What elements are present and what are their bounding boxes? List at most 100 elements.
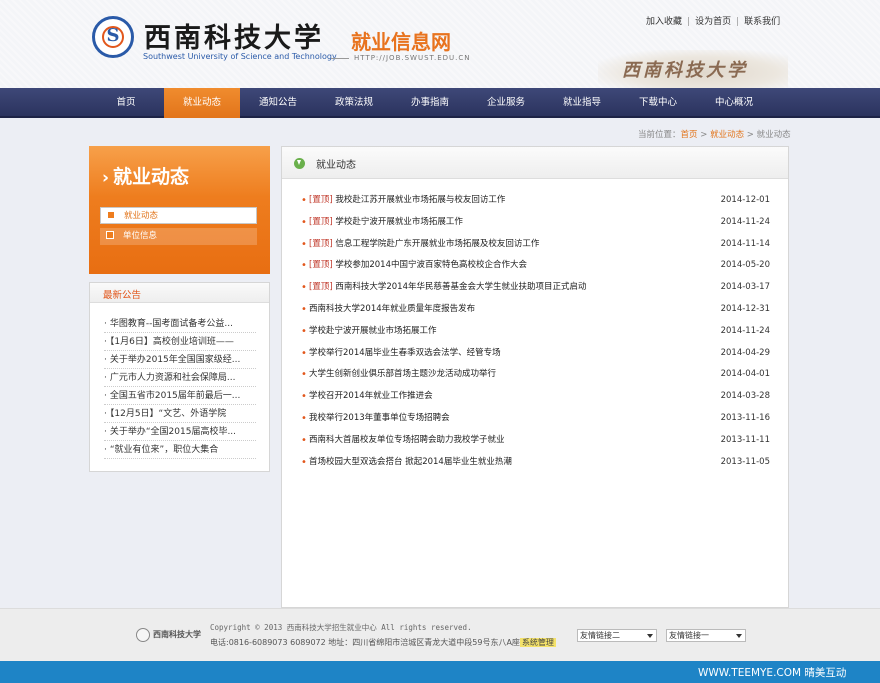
news-row-date: 2013-11-05 (720, 456, 770, 467)
breadcrumb-separator: > (697, 130, 711, 140)
nav-item-home[interactable]: 首页 (88, 88, 164, 118)
university-logo[interactable]: S (92, 16, 134, 58)
university-name-cn: 西南科技大学 (144, 23, 324, 54)
news-row-date: 2014-03-28 (720, 391, 770, 402)
news-row[interactable]: • [置顶] 学校赴宁波开展就业市场拓展工作 2014-11-24 (301, 212, 773, 233)
copyright-text: Copyright © 2013 西南科技大学招生就业中心 All rights… (210, 623, 472, 632)
announcement-item[interactable]: 广元市人力资源和社会保障局... (104, 370, 256, 387)
university-name-en: Southwest University of Science and Tech… (143, 52, 337, 61)
news-row-title[interactable]: [置顶] 学校参加2014中国宁波百家特色高校校企合作大会 (309, 255, 527, 276)
sidebar-title-text: 就业动态 (113, 166, 190, 188)
sidebar-item-employment-news[interactable]: 就业动态 (100, 207, 257, 224)
news-row-title[interactable]: 学校举行2014届毕业生春季双选会法学、经管专场 (309, 343, 501, 364)
news-row-title[interactable]: [置顶] 我校赴江苏开展就业市场拓展与校友回访工作 (309, 190, 505, 211)
set-homepage-link[interactable]: 设为首页 (695, 17, 731, 27)
nav-item-notices[interactable]: 通知公告 (240, 88, 316, 118)
bullet-icon: • (301, 369, 307, 381)
top-link-separator: | (736, 17, 740, 27)
news-row-title[interactable]: 学校召开2014年就业工作推进会 (309, 386, 433, 407)
pinned-tag: [置顶] (309, 282, 333, 293)
nav-item-employment-news[interactable]: 就业动态 (164, 88, 240, 118)
nav-item-guide[interactable]: 办事指南 (392, 88, 468, 118)
breadcrumb-home[interactable]: 首页 (681, 130, 698, 140)
nav-item-enterprise[interactable]: 企业服务 (468, 88, 544, 118)
announcement-item[interactable]: 关于举办“全国2015届高校毕... (104, 424, 256, 441)
breadcrumb: 当前位置：首页 > 就业动态 > 就业动态 (638, 128, 791, 140)
arrow-down-circle-icon (294, 158, 305, 169)
news-row[interactable]: • 学校召开2014年就业工作推进会 2014-03-28 (301, 386, 773, 407)
news-row-title[interactable]: [置顶] 西南科技大学2014年华民慈善基金会大学生就业扶助项目正式启动 (309, 277, 586, 298)
news-row-title-text: 学校举行2014届毕业生春季双选会法学、经管专场 (309, 347, 501, 358)
news-row-title[interactable]: [置顶] 学校赴宁波开展就业市场拓展工作 (309, 212, 463, 233)
footer-logo: 西南科技大学 (136, 628, 201, 642)
news-row[interactable]: • 首场校园大型双选会搭台 掀起2014届毕业生就业热潮 2013-11-05 (301, 452, 773, 473)
nav-item-about[interactable]: 中心概况 (696, 88, 772, 118)
news-row-title-text: 西南科技大学2014年华民慈善基金会大学生就业扶助项目正式启动 (335, 282, 587, 293)
nav-item-career-guidance[interactable]: 就业指导 (544, 88, 620, 118)
sidebar-item-employer-info[interactable]: 单位信息 (100, 228, 257, 245)
announcement-item[interactable]: 【12月5日】“文艺、外语学院 (104, 406, 256, 423)
watermark-bar: WWW.TEEMYE.COM 晴美互动 (0, 661, 880, 683)
bullet-icon: • (301, 347, 307, 359)
contact-us-link[interactable]: 联系我们 (744, 17, 780, 27)
news-row-date: 2014-11-24 (720, 325, 770, 336)
breadcrumb-section[interactable]: 就业动态 (710, 130, 744, 140)
dropdown-arrow-icon (736, 634, 742, 638)
bullet-icon: • (301, 260, 307, 272)
news-row[interactable]: • 西南科大首届校友单位专场招聘会助力我校学子就业 2013-11-11 (301, 430, 773, 451)
breadcrumb-separator: > (744, 130, 757, 140)
news-row-date: 2013-11-11 (720, 434, 770, 445)
news-row[interactable]: • [置顶] 我校赴江苏开展就业市场拓展与校友回访工作 2014-12-01 (301, 190, 773, 211)
sidebar-item-label: 单位信息 (123, 231, 158, 241)
announcement-item[interactable]: 【1月6日】高校创业培训班—— (104, 334, 256, 351)
news-row-title[interactable]: 我校举行2013年董事单位专场招聘会 (309, 408, 450, 429)
news-row[interactable]: • [置顶] 信息工程学院赴广东开展就业市场拓展及校友回访工作 2014-11-14 (301, 234, 773, 255)
news-row-date: 2014-04-01 (720, 369, 770, 380)
news-row[interactable]: • 大学生创新创业俱乐部首场主题沙龙活动成功举行 2014-04-01 (301, 364, 773, 385)
news-row-title-text: 学校赴宁波开展就业市场拓展工作 (335, 216, 463, 227)
breadcrumb-current: 就业动态 (756, 130, 791, 140)
announcements-header: 最新公告 (90, 283, 269, 303)
add-favorite-link[interactable]: 加入收藏 (646, 17, 682, 27)
news-row-title[interactable]: 大学生创新创业俱乐部首场主题沙龙活动成功举行 (309, 364, 496, 385)
friend-links-select-1[interactable]: 友情链接一 (666, 629, 746, 642)
news-row-title-text: 学校赴宁波开展就业市场拓展工作 (309, 325, 437, 336)
admin-link[interactable]: 系统管理 (519, 638, 556, 647)
sidebar-item-label: 就业动态 (124, 211, 159, 221)
news-row-title-text: 西南科大首届校友单位专场招聘会助力我校学子就业 (309, 434, 505, 445)
site-name: 就业信息网 (351, 30, 451, 54)
announcement-item[interactable]: 关于举办2015年全国国家级经... (104, 352, 256, 369)
news-row[interactable]: • 学校赴宁波开展就业市场拓展工作 2014-11-24 (301, 321, 773, 342)
news-row-date: 2014-11-14 (720, 238, 770, 249)
news-row-title[interactable]: [置顶] 信息工程学院赴广东开展就业市场拓展及校友回访工作 (309, 234, 539, 255)
news-row-title-text: 我校赴江苏开展就业市场拓展与校友回访工作 (335, 195, 506, 205)
nav-item-policies[interactable]: 政策法规 (316, 88, 392, 118)
site-url: HTTP://JOB.SWUST.EDU.CN (354, 54, 471, 62)
watermark-text: WWW.TEEMYE.COM 晴美互动 (698, 667, 847, 679)
news-row-date: 2014-12-01 (720, 195, 770, 205)
pinned-tag: [置顶] (309, 216, 333, 227)
announcement-item[interactable]: “就业有位来”，职位大集合 (104, 442, 256, 459)
nav-item-downloads[interactable]: 下载中心 (620, 88, 696, 118)
bullet-icon: • (301, 195, 307, 206)
news-row-title-text: 信息工程学院赴广东开展就业市场拓展及校友回访工作 (335, 238, 540, 249)
footer-logo-text: 西南科技大学 (153, 629, 201, 639)
footer-seal-icon (136, 628, 150, 642)
pinned-tag: [置顶] (309, 195, 333, 205)
news-row[interactable]: • [置顶] 学校参加2014中国宁波百家特色高校校企合作大会 2014-05-20 (301, 255, 773, 276)
announcement-item[interactable]: 全国五省市2015届年前最后一... (104, 388, 256, 405)
news-row-title-text: 首场校园大型双选会搭台 掀起2014届毕业生就业热潮 (309, 456, 512, 467)
announcement-item[interactable]: 华图教育--国考面试备考公益... (104, 316, 256, 333)
news-row[interactable]: • 我校举行2013年董事单位专场招聘会 2013-11-16 (301, 408, 773, 429)
news-row-title[interactable]: 西南科大首届校友单位专场招聘会助力我校学子就业 (309, 430, 505, 451)
news-row-title[interactable]: 学校赴宁波开展就业市场拓展工作 (309, 321, 437, 342)
news-row-title[interactable]: 首场校园大型双选会搭台 掀起2014届毕业生就业热潮 (309, 452, 512, 473)
news-row-title[interactable]: 西南科技大学2014年就业质量年度报告发布 (309, 299, 475, 320)
news-row[interactable]: • 西南科技大学2014年就业质量年度报告发布 2014-12-31 (301, 299, 773, 320)
news-row[interactable]: • 学校举行2014届毕业生春季双选会法学、经管专场 2014-04-29 (301, 343, 773, 364)
friend-links-select-2[interactable]: 友情链接二 (577, 629, 657, 642)
news-row[interactable]: • [置顶] 西南科技大学2014年华民慈善基金会大学生就业扶助项目正式启动 201… (301, 277, 773, 298)
news-list-header: 就业动态 (282, 147, 788, 179)
news-row-title-text: 我校举行2013年董事单位专场招聘会 (309, 413, 450, 423)
bullet-icon: • (301, 413, 307, 424)
